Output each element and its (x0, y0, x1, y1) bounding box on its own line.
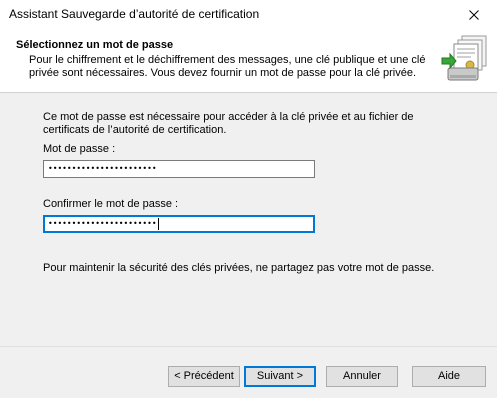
previous-button[interactable]: < Précédent (168, 366, 240, 387)
confirm-password-label: Confirmer le mot de passe : (43, 198, 179, 210)
close-button[interactable] (451, 0, 497, 30)
title-bar: Assistant Sauvegarde d’autorité de certi… (0, 0, 497, 30)
password-label: Mot de passe : (43, 143, 116, 155)
footer-separator (0, 346, 497, 347)
description-text: Ce mot de passe est nécessaire pour accé… (43, 111, 414, 136)
password-value: ••••••••••••••••••••••• (48, 164, 157, 173)
wizard-dialog: Assistant Sauvegarde d’autorité de certi… (0, 0, 497, 398)
text-caret (157, 217, 159, 230)
page-title: Sélectionnez un mot de passe (16, 39, 174, 51)
window-title: Assistant Sauvegarde d’autorité de certi… (9, 7, 260, 21)
next-button[interactable]: Suivant > (244, 366, 316, 387)
close-icon (469, 10, 479, 20)
security-note: Pour maintenir la sécurité des clés priv… (43, 262, 435, 274)
page-subtitle: Pour le chiffrement et le déchiffrement … (29, 54, 426, 79)
confirm-password-value: ••••••••••••••••••••••• (48, 219, 157, 228)
confirm-password-field[interactable]: ••••••••••••••••••••••• (43, 215, 315, 233)
cancel-button[interactable]: Annuler (326, 366, 398, 387)
certificate-backup-icon (441, 35, 487, 81)
wizard-body: Ce mot de passe est nécessaire pour accé… (0, 93, 497, 346)
help-button[interactable]: Aide (412, 366, 486, 387)
password-field[interactable]: ••••••••••••••••••••••• (43, 160, 315, 178)
wizard-header: Sélectionnez un mot de passe Pour le chi… (0, 30, 497, 93)
